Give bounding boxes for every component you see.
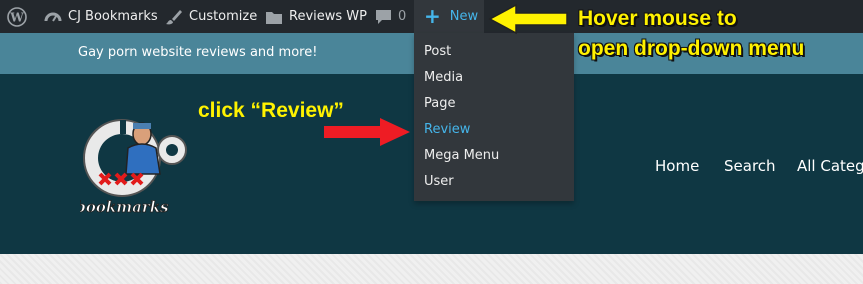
plus-icon: + <box>424 3 441 28</box>
menu-item-review[interactable]: Review <box>424 122 470 137</box>
brush-icon <box>166 9 182 24</box>
customize-label: Customize <box>189 9 258 24</box>
reviews-wp-menu[interactable]: Reviews WP <box>265 0 367 33</box>
content-area <box>0 254 863 284</box>
new-content-dropdown: Post Media Page Review Mega Menu User <box>414 33 574 201</box>
comments-count: 0 <box>398 9 407 24</box>
yellow-arrow-icon <box>488 3 568 35</box>
menu-item-user[interactable]: User <box>424 174 454 189</box>
new-label: New <box>449 9 479 24</box>
customize-link[interactable]: Customize <box>165 0 257 33</box>
hover-instruction-line1: Hover mouse to <box>578 7 737 30</box>
wordpress-icon: W <box>7 6 27 27</box>
menu-item-page[interactable]: Page <box>424 96 455 111</box>
site-name-label: CJ Bookmarks <box>68 9 158 24</box>
site-tagline: Gay porn website reviews and more! <box>78 45 318 60</box>
hover-instruction-line2: open drop-down menu <box>578 37 805 60</box>
reviews-wp-label: Reviews WP <box>289 9 367 24</box>
dashboard-icon <box>44 12 62 22</box>
new-content-menu[interactable]: + New <box>414 0 484 33</box>
folder-icon <box>266 11 282 24</box>
menu-item-mega-menu[interactable]: Mega Menu <box>424 148 499 163</box>
logo-text: bookmarks <box>80 198 169 216</box>
svg-text:W: W <box>9 10 24 24</box>
menu-item-media[interactable]: Media <box>424 70 463 85</box>
comment-icon <box>376 9 391 24</box>
comments-link[interactable]: 0 <box>375 0 406 33</box>
wordpress-menu[interactable]: W <box>7 0 27 33</box>
site-name-menu[interactable]: CJ Bookmarks <box>44 0 158 33</box>
red-arrow-icon <box>324 118 410 146</box>
nav-item-search[interactable]: Search <box>724 157 776 175</box>
site-logo[interactable]: bookmarks <box>80 112 190 222</box>
nav-item-all-categories[interactable]: All Catego <box>797 157 863 175</box>
menu-item-post[interactable]: Post <box>424 44 451 59</box>
nav-item-home[interactable]: Home <box>655 157 699 175</box>
